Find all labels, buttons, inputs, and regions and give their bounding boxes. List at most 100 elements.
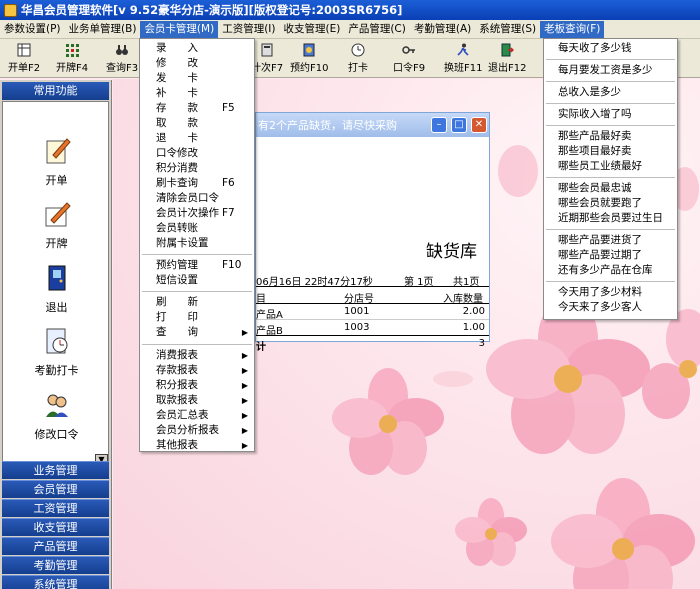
sidebar-header[interactable]: 常用功能 <box>2 82 109 100</box>
boss-item-daily-income[interactable]: 每天收了多少钱 <box>558 41 632 56</box>
menu-separator <box>546 229 675 230</box>
menu-item-replace-card[interactable]: 补 卡 <box>156 86 198 101</box>
sidebar-group-business[interactable]: 业务管理 <box>2 461 109 479</box>
sidebar-tool-kaidan[interactable]: 开单 <box>3 136 110 188</box>
boss-item-best-products[interactable]: 那些产品最好卖 <box>558 129 632 144</box>
menu-item-points-report[interactable]: 积分报表 ▶ <box>156 378 254 393</box>
menu-item-clear-password[interactable]: 清除会员口令 <box>156 191 219 206</box>
boss-item-income-growth[interactable]: 实际收入增了吗 <box>558 107 632 122</box>
submenu-arrow-icon: ▶ <box>241 441 248 450</box>
boss-item-inventory[interactable]: 还有多少产品在仓库 <box>558 263 653 278</box>
menu-finance[interactable]: 收支管理(E) <box>280 21 345 38</box>
sidebar-group-members[interactable]: 会员管理 <box>2 480 109 498</box>
boss-item-materials-used[interactable]: 今天用了多少材料 <box>558 285 642 300</box>
pencil-paper-icon <box>42 199 72 229</box>
boss-item-total-income[interactable]: 总收入是多少 <box>558 85 621 100</box>
menu-item-return-card[interactable]: 退 卡 <box>156 131 198 146</box>
col-header-qty: 入库数量 <box>443 294 483 305</box>
chaxun-button[interactable]: 查询F3 <box>106 42 138 76</box>
sidebar-tool-panel: 开单 开牌 退出 考勤打卡 修改口令 ▼ <box>2 101 109 466</box>
menu-item-withdraw[interactable]: 取 款 <box>156 116 198 131</box>
exit-door-icon <box>42 263 72 293</box>
menu-item-deposit-report[interactable]: 存款报表 ▶ <box>156 363 254 378</box>
menu-params[interactable]: 参数设置(P) <box>0 21 65 38</box>
minimize-icon[interactable]: – <box>431 117 447 133</box>
menu-item-sms[interactable]: 短信设置 <box>156 273 198 288</box>
menu-item-refresh[interactable]: 刷 新 <box>156 295 198 310</box>
sidebar-group-attendance[interactable]: 考勤管理 <box>2 556 109 574</box>
menu-business[interactable]: 业务单管理(B) <box>65 21 141 38</box>
boss-item-visitors-today[interactable]: 今天来了多少客人 <box>558 300 642 315</box>
menu-item-enroll[interactable]: 录 入 <box>156 41 198 56</box>
menu-item-summary-report[interactable]: 会员汇总表 ▶ <box>156 408 254 423</box>
menu-item-issue-card[interactable]: 发 卡 <box>156 71 198 86</box>
phone-book-icon <box>301 42 317 57</box>
menu-item-booking[interactable]: 预约管理 F10 <box>156 258 254 273</box>
col-header-store: 分店号 <box>344 294 374 305</box>
menu-product[interactable]: 产品管理(C) <box>344 21 410 38</box>
kouling-button[interactable]: 口令F9 <box>393 42 425 76</box>
sidebar-group-finance[interactable]: 收支管理 <box>2 518 109 536</box>
boss-item-restock[interactable]: 哪些产品要进货了 <box>558 233 642 248</box>
menu-boss-query[interactable]: 老板查询(F) <box>540 20 605 38</box>
menu-item-swipe-query[interactable]: 刷卡查询 F6 <box>156 176 254 191</box>
submenu-arrow-icon: ▶ <box>241 366 248 375</box>
menu-salary[interactable]: 工资管理(I) <box>218 21 279 38</box>
menu-item-withdraw-report[interactable]: 取款报表 ▶ <box>156 393 254 408</box>
kaipai-button[interactable]: 开牌F4 <box>56 42 88 76</box>
menu-item-modify[interactable]: 修 改 <box>156 56 198 71</box>
sidebar-tool-change-password[interactable]: 修改口令 <box>3 390 110 442</box>
submenu-arrow-icon: ▶ <box>241 328 248 337</box>
menu-item-other-report[interactable]: 其他报表 ▶ <box>156 438 254 453</box>
jici-button[interactable]: 计次F7 <box>251 42 283 76</box>
kaidan-button[interactable]: 开单F2 <box>8 42 40 76</box>
menu-separator <box>546 103 675 104</box>
boss-item-monthly-salary[interactable]: 每月要发工资是多少 <box>558 63 653 78</box>
sidebar-tool-kaipai[interactable]: 开牌 <box>3 199 110 251</box>
yuyue-button[interactable]: 预约F10 <box>290 42 328 76</box>
close-icon[interactable]: ✕ <box>471 117 487 133</box>
boss-item-churning-members[interactable]: 哪些会员就要跑了 <box>558 196 642 211</box>
menu-item-transfer[interactable]: 会员转账 <box>156 221 198 236</box>
window-title: 华昌会员管理软件[v 9.52豪华分店-演示版][版权登记号:2003SR675… <box>21 3 403 17</box>
boss-item-best-staff[interactable]: 哪些员工业绩最好 <box>558 159 642 174</box>
menu-item-deposit[interactable]: 存 款 F5 <box>156 101 254 116</box>
dots-grid-icon <box>64 42 80 57</box>
menu-item-consume-report[interactable]: 消费报表 ▶ <box>156 348 254 363</box>
sidebar-group-products[interactable]: 产品管理 <box>2 537 109 555</box>
report-table: 目 分店号 入库数量 产品A 1001 2.00 产品B 1003 1.00 计… <box>256 286 489 353</box>
menu-item-sub-card[interactable]: 附属卡设置 <box>156 236 209 251</box>
menu-member-card[interactable]: 会员卡管理(M) <box>140 20 219 38</box>
boss-item-loyal-members[interactable]: 哪些会员最忠诚 <box>558 181 632 196</box>
report-window: 有2个产品缺货，请尽快采购 – □ ✕ 缺货库 06月16日 22时47分17秒… <box>255 112 490 353</box>
menu-item-count-operation[interactable]: 会员计次操作 F7 <box>156 206 254 221</box>
tuichu-button[interactable]: 退出F12 <box>488 42 526 76</box>
boss-item-birthdays[interactable]: 近期那些会员要过生日 <box>558 211 663 226</box>
boss-item-expiring[interactable]: 哪些产品要过期了 <box>558 248 642 263</box>
menu-item-search[interactable]: 查 询 ▶ <box>156 325 254 340</box>
users-key-icon <box>42 390 72 420</box>
menu-attendance[interactable]: 考勤管理(A) <box>410 21 475 38</box>
menu-separator <box>142 291 252 292</box>
maximize-icon[interactable]: □ <box>451 117 467 133</box>
daka-button[interactable]: 打卡 <box>348 42 368 76</box>
sidebar-tool-attendance[interactable]: 考勤打卡 <box>3 326 110 378</box>
menu-item-points-spend[interactable]: 积分消费 <box>156 161 198 176</box>
submenu-arrow-icon: ▶ <box>241 351 248 360</box>
menu-system[interactable]: 系统管理(S) <box>475 21 540 38</box>
sidebar-tool-exit[interactable]: 退出 <box>3 263 110 315</box>
sidebar-group-system[interactable]: 系统管理 <box>2 575 109 589</box>
boss-item-best-services[interactable]: 那些项目最好卖 <box>558 144 632 159</box>
clock-icon <box>350 42 366 57</box>
menu-bar: 参数设置(P) 业务单管理(B) 会员卡管理(M) 工资管理(I) 收支管理(E… <box>0 20 700 39</box>
report-heading: 缺货库 <box>426 242 477 262</box>
menu-item-analysis-report[interactable]: 会员分析报表 ▶ <box>156 423 254 438</box>
huanban-button[interactable]: 换班F11 <box>444 42 482 76</box>
binoculars-icon <box>114 42 130 57</box>
menu-item-print[interactable]: 打 印 <box>156 310 198 325</box>
sidebar-group-salary[interactable]: 工资管理 <box>2 499 109 517</box>
report-title: 有2个产品缺货，请尽快采购 <box>258 119 397 132</box>
clock-card-icon <box>42 326 72 356</box>
menu-item-change-password[interactable]: 口令修改 <box>156 146 198 161</box>
grid-icon <box>16 42 32 57</box>
